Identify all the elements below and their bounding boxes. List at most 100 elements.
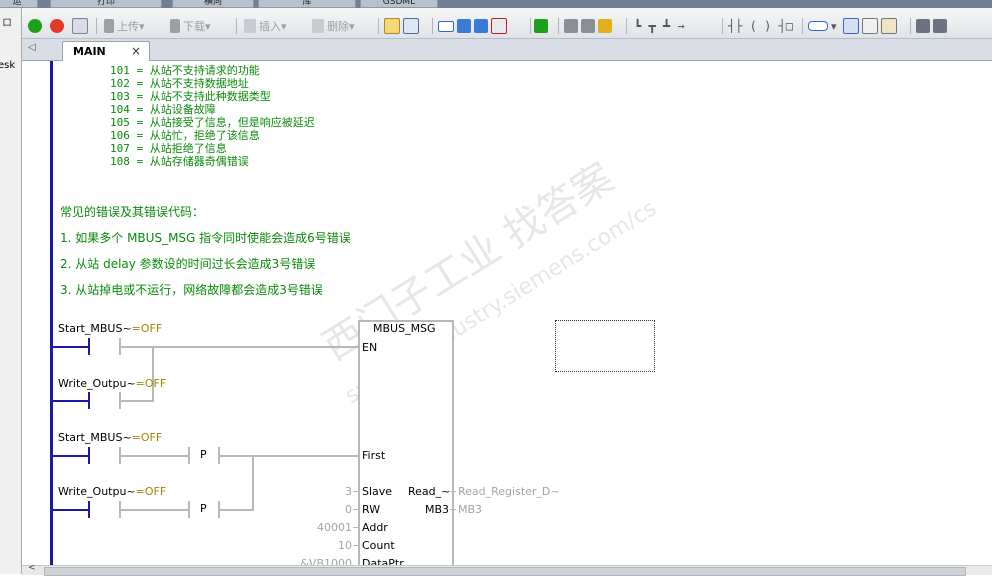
scrollbar-thumb[interactable] bbox=[44, 567, 966, 576]
tab-main[interactable]: MAIN × bbox=[62, 41, 150, 61]
upload-arrow-icon bbox=[104, 19, 114, 33]
download-arrow-icon bbox=[170, 19, 180, 33]
p-contact-left-bar[interactable] bbox=[188, 447, 190, 464]
power-rail bbox=[50, 61, 53, 565]
download-button[interactable]: 下载 ▾ bbox=[170, 17, 211, 35]
count-value[interactable]: 10 bbox=[338, 539, 352, 552]
toolbar-separator bbox=[378, 18, 379, 34]
delete-label: 删除 bbox=[327, 20, 349, 33]
contact-left-bar[interactable] bbox=[88, 392, 90, 409]
p-contact-label: P bbox=[200, 448, 207, 461]
error-code-line: 106 = 从站忙，拒绝了该信息 bbox=[110, 129, 260, 142]
contact-left-bar[interactable] bbox=[88, 501, 90, 518]
left-panel: ロ esk bbox=[0, 8, 22, 574]
scroll-left-icon[interactable]: < bbox=[28, 563, 36, 573]
toolbar-separator bbox=[236, 18, 237, 34]
tab-row: ◁ MAIN × bbox=[22, 39, 992, 61]
ladder-view-icon bbox=[384, 18, 400, 34]
stop-icon bbox=[50, 19, 64, 33]
mbus-msg-block[interactable] bbox=[358, 320, 454, 576]
fbd-view-icon bbox=[403, 18, 419, 34]
tab-main-label: MAIN bbox=[73, 45, 106, 58]
compile-icon bbox=[72, 18, 88, 34]
rw-value[interactable]: 0 bbox=[345, 503, 352, 516]
top-tab-landscape[interactable]: 横向 bbox=[172, 0, 254, 8]
contact-label: Start_MBUS~=OFF bbox=[58, 431, 163, 444]
rung-wire bbox=[53, 455, 89, 457]
pin-icon[interactable]: ロ bbox=[2, 14, 12, 29]
insert-button[interactable]: 插入 ▾ bbox=[244, 17, 287, 35]
top-tab-library[interactable]: 库 bbox=[258, 0, 356, 8]
contact-label: Write_Outpu~=OFF bbox=[58, 377, 167, 390]
top-tab-run[interactable]: 运 bbox=[0, 0, 38, 8]
close-tab-icon[interactable]: × bbox=[131, 44, 141, 58]
delete-button[interactable]: 删除 ▾ bbox=[312, 17, 355, 35]
rung-wire bbox=[220, 509, 254, 511]
insert-label: 插入 bbox=[259, 20, 281, 33]
misc-buttons[interactable]: ▾ bbox=[808, 17, 900, 35]
view-toggle-button[interactable] bbox=[384, 17, 422, 35]
upload-button[interactable]: 上传 ▾ bbox=[104, 17, 145, 35]
slave-value[interactable]: 3 bbox=[345, 485, 352, 498]
branch-wire bbox=[252, 455, 254, 509]
run-button[interactable] bbox=[28, 17, 45, 35]
label-icon bbox=[808, 21, 828, 31]
contact-left-bar[interactable] bbox=[88, 338, 90, 355]
read-output-value[interactable]: Read_Register_D~ bbox=[458, 485, 560, 498]
pin-stub bbox=[450, 509, 456, 510]
goto-icon bbox=[534, 19, 548, 33]
top-tab-gsdml[interactable]: GSDML bbox=[360, 0, 438, 8]
note-line: 2. 从站 delay 参数设的时间过长会造成3号错误 bbox=[60, 257, 316, 271]
tab-scroll-left-icon[interactable]: ◁ bbox=[28, 42, 36, 53]
lock-buttons[interactable] bbox=[564, 17, 615, 35]
pin-en: EN bbox=[362, 341, 378, 354]
insert-icon bbox=[244, 19, 256, 33]
table-icon bbox=[842, 18, 859, 34]
errors-heading: 常见的错误及其错误代码： bbox=[60, 205, 205, 219]
contact-label: Start_MBUS~=OFF bbox=[58, 322, 163, 335]
element-buttons[interactable]: ┤├ ( ) ┤□ bbox=[728, 17, 793, 35]
error-code-line: 107 = 从站拒绝了信息 bbox=[110, 142, 227, 155]
pin-rw: RW bbox=[362, 503, 381, 516]
rung-wire bbox=[121, 400, 154, 402]
goto-button[interactable] bbox=[534, 17, 551, 35]
toolbar-separator bbox=[910, 18, 911, 34]
contact-label: Write_Outpu~=OFF bbox=[58, 485, 167, 498]
rung-wire bbox=[220, 455, 358, 457]
mb3-output-value[interactable]: MB3 bbox=[458, 503, 482, 516]
error-code-line: 105 = 从站接受了信息，但是响应被延迟 bbox=[110, 116, 315, 129]
contact-left-bar[interactable] bbox=[88, 447, 90, 464]
error-code-line: 108 = 从站存储器奇偶错误 bbox=[110, 155, 249, 168]
note-line: 3. 从站掉电或不运行，网络故障都会造成3号错误 bbox=[60, 283, 323, 297]
compile-button[interactable] bbox=[72, 17, 91, 35]
rung-wire bbox=[121, 509, 188, 511]
addr-value[interactable]: 40001 bbox=[317, 521, 352, 534]
tools-buttons[interactable] bbox=[916, 17, 950, 35]
rung-wire bbox=[121, 455, 188, 457]
toolbar-separator bbox=[626, 18, 627, 34]
rung-wire bbox=[53, 346, 89, 348]
selection-cursor-box[interactable] bbox=[555, 320, 655, 372]
error-code-line: 102 = 从站不支持数据地址 bbox=[110, 77, 249, 90]
nav-buttons[interactable] bbox=[438, 17, 510, 35]
top-tab-print[interactable]: 打印 bbox=[50, 0, 162, 8]
left-panel-label: esk bbox=[0, 60, 16, 71]
toolbar: 上传 ▾ 下载 ▾ 插入 ▾ 删除 ▾ ┗ ┳ ┻ → ┤├ ( ) ┤□ ▾ bbox=[22, 8, 992, 39]
upload-label: 上传 bbox=[117, 20, 139, 33]
pin-count: Count bbox=[362, 539, 395, 552]
delete-icon bbox=[312, 19, 324, 33]
forward-icon bbox=[474, 19, 488, 33]
pin-read: Read_~ bbox=[408, 485, 451, 498]
toolbar-separator bbox=[558, 18, 559, 34]
note-line: 1. 如果多个 MBUS_MSG 指令同时使能会造成6号错误 bbox=[60, 231, 351, 245]
p-contact-left-bar[interactable] bbox=[188, 501, 190, 518]
run-icon bbox=[28, 19, 42, 33]
toolbar-separator bbox=[722, 18, 723, 34]
rung-wire bbox=[53, 400, 89, 402]
pin-stub bbox=[353, 527, 358, 528]
block-title: MBUS_MSG bbox=[373, 322, 436, 335]
stop-button[interactable] bbox=[50, 17, 67, 35]
remove-bookmark-icon bbox=[491, 18, 507, 34]
error-code-line: 101 = 从站不支持请求的功能 bbox=[110, 64, 260, 77]
wire-buttons[interactable]: ┗ ┳ ┻ → bbox=[634, 17, 685, 35]
